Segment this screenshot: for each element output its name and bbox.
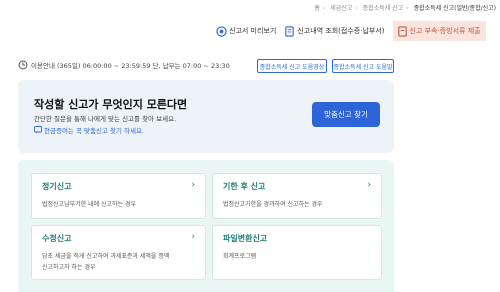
breadcrumb-home[interactable]: 홈: [314, 5, 320, 12]
custom-filing-banner: 작성할 신고가 무엇인지 모른다면 간단한 질문을 통해 나에게 맞는 신고를 …: [18, 80, 394, 153]
filing-history-button[interactable]: 신고내역 조회(접수증·납부서): [284, 21, 385, 41]
service-hours-text: 이용안내 (365일) 06:00:00 ~ 23:59:59 단, 납부는 0…: [31, 62, 230, 70]
card-description: 회계프로그램: [223, 253, 257, 260]
banner-title: 작성할 신고가 무엇인지 모른다면: [34, 98, 188, 111]
card-title: 파일변환신고: [223, 234, 268, 243]
preview-label: 신고서 미리보기: [229, 27, 277, 35]
chevron-right-icon: ›: [191, 180, 195, 190]
card-title: 수정신고: [42, 234, 72, 243]
late-filing-card[interactable]: 기한 후 신고 › 법정신고기한을 경과하여 신고하는 경우: [212, 173, 382, 219]
help-guide-button[interactable]: 종합소득세 신고 도움말: [332, 59, 394, 73]
breadcrumb-income-tax[interactable]: 종합소득세 신고: [363, 5, 404, 12]
card-title: 정기신고: [42, 182, 72, 191]
submit-attachments-label: 신고 부속·증빙서류 제출: [409, 27, 481, 35]
clock-icon: [18, 60, 28, 70]
top-actions: 신고서 미리보기 신고내역 조회(접수증·납부서) 신고 부속·증빙서류 제출: [216, 21, 486, 41]
card-description: 법정신고기한을 경과하여 신고하는 경우: [223, 201, 323, 208]
chat-icon: [34, 126, 42, 134]
submit-attachments-button[interactable]: 신고 부속·증빙서류 제출: [392, 21, 486, 41]
amended-filing-card[interactable]: 수정신고 › 당초 세금을 적게 신고하여 과세표준과 세액을 증액 신고하고자 …: [31, 225, 206, 280]
breadcrumb-tax-filing[interactable]: 세금신고: [330, 5, 352, 12]
breadcrumb: 홈 › 세금신고 › 종합소득세 신고 › 종합소득세 신고(일반/종합/신고): [314, 5, 496, 12]
breadcrumb-current: 종합소득세 신고(일반/종합/신고): [413, 5, 496, 12]
chevron-right-icon: ›: [367, 180, 371, 190]
banner-hint: 현금증여는 꼭 맞춤신고 찾기 하세요.: [34, 125, 144, 135]
card-description: 당초 세금을 적게 신고하여 과세표준과 세액을 증액 신고하고자 하는 경우: [42, 253, 170, 271]
banner-hint-text: 현금증여는 꼭 맞춤신고 찾기 하세요.: [44, 127, 145, 135]
attachment-icon: [397, 25, 407, 37]
help-video-button[interactable]: 종합소득세 신고 도움영상: [257, 59, 327, 73]
service-hours-info: 이용안내 (365일) 06:00:00 ~ 23:59:59 단, 납부는 0…: [18, 60, 230, 70]
filing-history-label: 신고내역 조회(접수증·납부서): [297, 27, 385, 35]
file-conversion-card[interactable]: 파일변환신고 회계프로그램: [212, 225, 382, 280]
banner-description: 간단한 질문을 통해 나에게 맞는 신고를 찾아 보세요.: [34, 115, 177, 123]
regular-filing-card[interactable]: 정기신고 › 법정신고납부기한 내에 신고하는 경우: [31, 173, 206, 219]
preview-button[interactable]: 신고서 미리보기: [216, 21, 276, 41]
document-icon: [285, 25, 295, 37]
preview-icon: [216, 25, 227, 37]
chevron-right-icon: ›: [191, 232, 195, 242]
find-custom-filing-button[interactable]: 맞춤신고 찾기: [312, 102, 380, 127]
filing-type-section: 정기신고 › 법정신고납부기한 내에 신고하는 경우 기한 후 신고 › 법정신…: [18, 160, 394, 292]
card-title: 기한 후 신고: [223, 182, 266, 191]
card-description: 법정신고납부기한 내에 신고하는 경우: [42, 201, 137, 208]
